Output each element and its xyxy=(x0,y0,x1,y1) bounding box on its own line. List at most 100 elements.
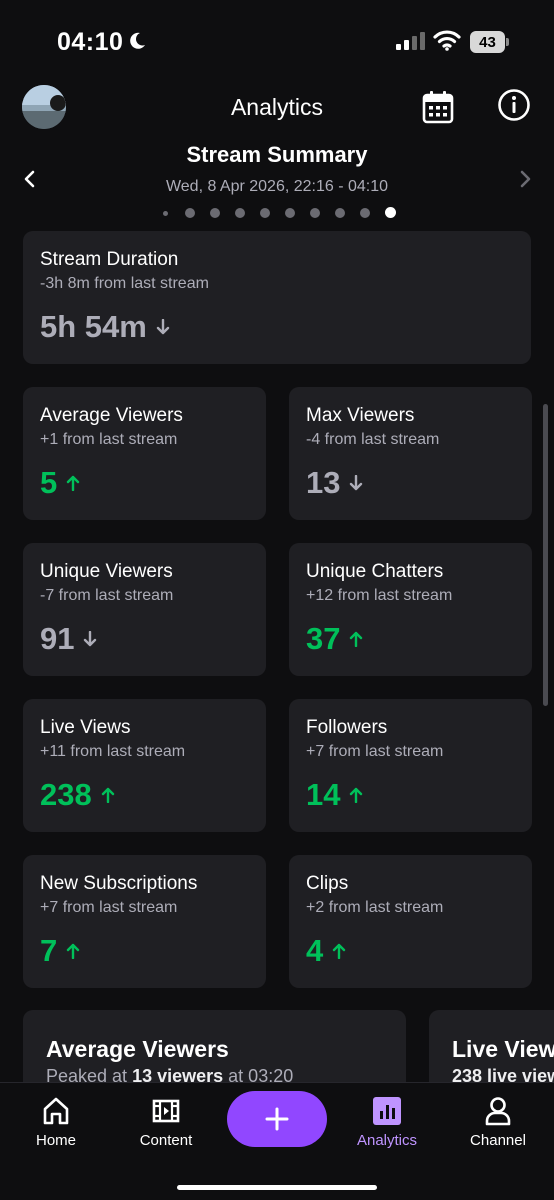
card-title: Clips xyxy=(306,873,349,894)
summary-date: Wed, 8 Apr 2026, 22:16 - 04:10 xyxy=(165,178,389,195)
card-value: 14 xyxy=(306,777,363,813)
page-dot[interactable] xyxy=(260,208,270,218)
film-icon xyxy=(152,1099,180,1123)
average-viewers-card[interactable]: Average Viewers +1 from last stream 5 xyxy=(23,387,266,520)
new-subscriptions-card[interactable]: New Subscriptions +7 from last stream 7 xyxy=(23,855,266,988)
tab-channel[interactable]: Channel xyxy=(453,1095,543,1155)
card-title: Unique Viewers xyxy=(40,561,173,582)
home-icon xyxy=(43,1097,69,1125)
card-value-text: 91 xyxy=(40,621,75,656)
tab-label: Channel xyxy=(470,1132,526,1149)
card-value: 37 xyxy=(306,621,363,657)
card-comparison: -7 from last stream xyxy=(40,587,174,604)
moon-icon xyxy=(130,32,145,49)
card-comparison: +2 from last stream xyxy=(306,899,444,916)
followers-card[interactable]: Followers +7 from last stream 14 xyxy=(289,699,532,832)
arrow-up-icon xyxy=(101,787,114,803)
card-value: 238 xyxy=(40,777,115,813)
card-value-text: 14 xyxy=(306,777,341,812)
card-title: Unique Chatters xyxy=(306,561,444,582)
battery-indicator: 43 xyxy=(470,31,510,53)
page-dots[interactable] xyxy=(0,206,554,218)
arrow-up-icon xyxy=(350,787,363,803)
card-comparison: +12 from last stream xyxy=(306,587,453,604)
page-dot[interactable] xyxy=(210,208,220,218)
card-title: Max Viewers xyxy=(306,405,415,426)
arrow-down-icon xyxy=(84,631,97,647)
card-title: Live Views xyxy=(40,717,131,738)
card-title: New Subscriptions xyxy=(40,873,198,894)
card-value-text: 5 xyxy=(40,465,58,500)
cellular-signal-icon xyxy=(396,32,425,50)
card-value: 5h 54m xyxy=(40,309,170,345)
stream-summary-header: Stream Summary Wed, 8 Apr 2026, 22:16 - … xyxy=(0,138,554,228)
battery-level: 43 xyxy=(470,31,505,53)
arrow-up-icon xyxy=(333,943,346,959)
card-value: 4 xyxy=(306,933,346,969)
unique-viewers-card[interactable]: Unique Viewers -7 from last stream 91 xyxy=(23,543,266,676)
nav-header: Analytics xyxy=(0,80,554,135)
page-dot[interactable] xyxy=(285,208,295,218)
analytics-icon xyxy=(373,1097,401,1125)
card-value: 13 xyxy=(306,465,363,501)
card-comparison: +7 from last stream xyxy=(306,743,444,760)
live-views-card[interactable]: Live Views +11 from last stream 238 xyxy=(23,699,266,832)
card-value: 91 xyxy=(40,621,97,657)
page-dot[interactable] xyxy=(335,208,345,218)
arrow-up-icon xyxy=(67,943,80,959)
page-dot[interactable] xyxy=(360,208,370,218)
battery-tip xyxy=(506,38,509,46)
page-dot[interactable] xyxy=(185,208,195,218)
card-comparison: +1 from last stream xyxy=(40,431,178,448)
card-comparison: +7 from last stream xyxy=(40,899,178,916)
plus-icon xyxy=(265,1107,289,1131)
wifi-icon xyxy=(433,30,461,51)
tab-label: Home xyxy=(35,1132,76,1149)
home-indicator xyxy=(177,1185,377,1190)
card-title: Followers xyxy=(306,717,388,738)
card-value-text: 4 xyxy=(306,933,324,968)
status-time: 04:10 xyxy=(57,28,124,56)
info-icon[interactable] xyxy=(497,88,531,122)
card-value: 7 xyxy=(40,933,80,969)
chart-title: Live Views xyxy=(452,1036,554,1062)
create-button[interactable] xyxy=(227,1091,327,1147)
card-value-text: 13 xyxy=(306,465,341,500)
scrollbar[interactable] xyxy=(543,404,548,706)
arrow-down-icon xyxy=(350,475,363,491)
card-title: Stream Duration xyxy=(40,249,179,270)
tab-bar: Home Content Analytics Channel xyxy=(0,1082,554,1200)
card-comparison: -3h 8m from last stream xyxy=(40,275,209,292)
tab-content[interactable]: Content xyxy=(121,1095,211,1155)
card-value: 5 xyxy=(40,465,80,501)
status-bar: 04:10 43 xyxy=(0,0,554,80)
tab-home[interactable]: Home xyxy=(11,1095,101,1155)
page-title: Analytics xyxy=(230,94,324,120)
card-comparison: -4 from last stream xyxy=(306,431,440,448)
unique-chatters-card[interactable]: Unique Chatters +12 from last stream 37 xyxy=(289,543,532,676)
card-value-text: 7 xyxy=(40,933,58,968)
person-icon xyxy=(485,1097,511,1126)
stream-duration-card[interactable]: Stream Duration -3h 8m from last stream … xyxy=(23,231,531,364)
page-dot[interactable] xyxy=(310,208,320,218)
card-title: Average Viewers xyxy=(40,405,183,426)
page-dot[interactable] xyxy=(384,207,396,218)
page-dot[interactable] xyxy=(162,211,168,216)
arrow-up-icon xyxy=(67,475,80,491)
arrow-up-icon xyxy=(350,631,363,647)
chevron-right-icon[interactable] xyxy=(515,168,535,190)
card-value-text: 238 xyxy=(40,777,92,812)
tab-label: Content xyxy=(139,1132,193,1149)
card-value-text: 5h 54m xyxy=(40,309,147,344)
chart-title: Average Viewers xyxy=(46,1036,229,1062)
tab-analytics[interactable]: Analytics xyxy=(342,1095,432,1155)
card-comparison: +11 from last stream xyxy=(40,743,186,760)
page-dot[interactable] xyxy=(235,208,245,218)
summary-title: Stream Summary xyxy=(186,142,368,167)
arrow-down-icon xyxy=(156,319,170,335)
calendar-icon[interactable] xyxy=(422,90,454,124)
tab-label: Analytics xyxy=(356,1132,418,1149)
clips-card[interactable]: Clips +2 from last stream 4 xyxy=(289,855,532,988)
max-viewers-card[interactable]: Max Viewers -4 from last stream 13 xyxy=(289,387,532,520)
card-value-text: 37 xyxy=(306,621,341,656)
